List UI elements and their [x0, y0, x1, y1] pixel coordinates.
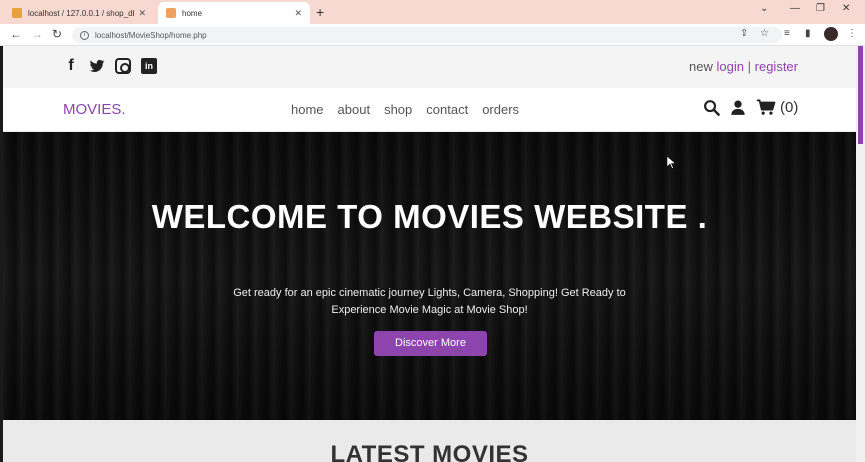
browser-toolbar: ← → ↻ i localhost/MovieShop/home.php ⇪ ☆… [0, 24, 865, 46]
tab-home[interactable]: home ✕ [158, 2, 310, 24]
chevron-down-icon[interactable]: ⌄ [760, 3, 768, 14]
window-close-icon[interactable]: ✕ [842, 3, 850, 14]
cart-icon[interactable] [756, 99, 776, 116]
bookmark-star-icon[interactable]: ☆ [760, 28, 769, 39]
browser-tabbar: localhost / 127.0.0.1 / shop_db | ✕ home… [0, 0, 865, 24]
scrollbar-thumb[interactable] [858, 46, 863, 144]
header-icons: (0) [703, 99, 798, 116]
auth-separator: | [747, 59, 752, 74]
auth-links: new login | register [689, 59, 798, 74]
address-text: localhost/MovieShop/home.php [95, 30, 207, 40]
reading-list-icon[interactable]: ≡ [784, 28, 790, 39]
register-link[interactable]: register [755, 59, 798, 74]
social-links: f in [63, 58, 157, 74]
close-tab-icon[interactable]: ✕ [138, 8, 146, 19]
nav-shop[interactable]: shop [384, 102, 412, 117]
tab-phpmyadmin[interactable]: localhost / 127.0.0.1 / shop_db | ✕ [4, 2, 154, 24]
address-bar[interactable]: i localhost/MovieShop/home.php [72, 27, 782, 43]
reload-icon[interactable]: ↻ [52, 27, 62, 41]
minimize-icon[interactable]: — [790, 3, 800, 14]
discover-more-button[interactable]: Discover More [374, 331, 487, 356]
facebook-icon[interactable]: f [63, 58, 79, 74]
hero-title: WELCOME TO MOVIES WEBSITE . [151, 198, 708, 235]
site-header: MOVIES. home about shop contact orders (… [3, 88, 856, 132]
back-icon[interactable]: ← [10, 27, 22, 41]
user-icon[interactable] [730, 99, 746, 116]
hero-banner: WELCOME TO MOVIES WEBSITE . Get ready fo… [3, 132, 856, 420]
tab-title: localhost / 127.0.0.1 / shop_db | [28, 8, 135, 18]
forward-icon[interactable]: → [31, 27, 43, 41]
share-icon[interactable]: ⇪ [740, 28, 748, 39]
nav-about[interactable]: about [338, 102, 371, 117]
nav-orders[interactable]: orders [482, 102, 519, 117]
profile-avatar[interactable] [824, 27, 838, 41]
latest-movies-section: LATEST MOVIES [3, 420, 856, 462]
top-bar: f in new login | register [3, 46, 856, 88]
web-page: f in new login | register MOVIES. home a… [3, 46, 856, 462]
nav-contact[interactable]: contact [426, 102, 468, 117]
main-nav: home about shop contact orders [291, 102, 519, 117]
site-info-icon[interactable]: i [80, 30, 89, 40]
login-link[interactable]: login [717, 59, 744, 74]
instagram-icon[interactable] [115, 58, 131, 74]
cart-count[interactable]: (0) [780, 99, 798, 116]
close-tab-icon[interactable]: ✕ [294, 8, 302, 19]
side-panel-icon[interactable]: ▮ [805, 28, 811, 39]
nav-home[interactable]: home [291, 102, 324, 117]
tab-title: home [182, 8, 203, 18]
phpmyadmin-favicon-icon [12, 8, 22, 18]
auth-prefix: new [689, 59, 713, 74]
page-favicon-icon [166, 8, 176, 18]
twitter-icon[interactable] [89, 58, 105, 74]
menu-icon[interactable]: ⋮ [847, 28, 857, 39]
new-tab-icon[interactable]: + [316, 4, 324, 20]
page-scrollbar[interactable] [856, 46, 865, 462]
linkedin-icon[interactable]: in [141, 58, 157, 74]
maximize-icon[interactable]: ❐ [816, 3, 825, 14]
section-title: LATEST MOVIES [330, 441, 529, 462]
search-icon[interactable] [703, 99, 720, 116]
site-logo[interactable]: MOVIES. [63, 101, 126, 118]
mouse-cursor-icon [667, 156, 676, 169]
hero-subtitle: Get ready for an epic cinematic journey … [233, 287, 626, 316]
